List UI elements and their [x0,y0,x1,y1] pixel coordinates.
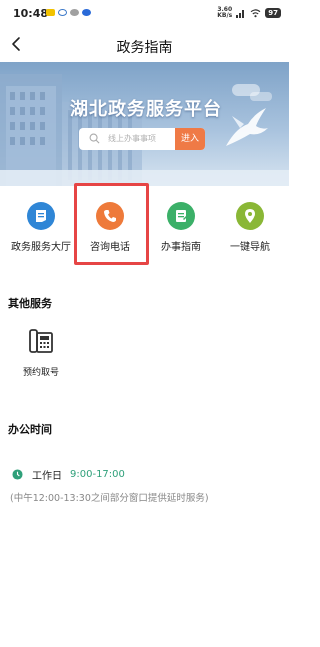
highlight-box [74,183,149,265]
document-icon [36,210,46,222]
battery-indicator: 97 [265,8,281,18]
notification-icon [46,9,55,16]
navigation-button[interactable]: 一键导航 [214,202,286,253]
search-icon [89,133,100,144]
banner: 湖北政务服务平台 线上办事事项 进入 [0,62,289,186]
other-service-label: 预约取号 [22,368,59,378]
service-label: 办事指南 [161,242,201,253]
service-hall-button[interactable]: 政务服务大厅 [5,202,77,253]
workday-label: 工作日 [32,471,62,482]
service-label: 一键导航 [230,242,270,253]
office-hours-row: 工作日 9:00-17:00 [12,467,125,482]
service-icon-circle [27,202,55,230]
notification-icon [82,9,91,16]
guide-button[interactable]: 办事指南 [145,202,217,253]
office-hours-note: (中午12:00-13:30之间部分窗口提供延时服务) [10,493,209,504]
status-right-group: 3.60 KB/s 97 [217,7,281,19]
service-label: 政务服务大厅 [11,242,71,253]
service-icon-circle [167,202,195,230]
network-speed: 3.60 KB/s [217,6,233,19]
notification-icon [58,9,67,16]
banner-title: 湖北政务服务平台 [70,99,222,120]
guide-icon [176,210,188,222]
telephone-keypad-icon [29,329,53,353]
page-title: 政务指南 [116,40,173,56]
location-pin-icon [245,209,255,223]
office-time-range: 9:00-17:00 [70,469,125,480]
nav-bar: 政务指南 [0,26,289,64]
enter-button[interactable]: 进入 [175,128,205,150]
appointment-button[interactable]: 预约取号 [16,327,66,378]
wifi-icon [250,8,261,17]
clock-icon [12,469,23,480]
status-bar: 10:48 3.60 KB/s 97 [0,0,289,26]
service-icon-circle [236,202,264,230]
status-time: 10:48 [13,7,49,20]
notification-icon [70,9,79,16]
signal-icon [236,10,245,18]
other-services-title: 其他服务 [8,297,52,310]
office-hours-title: 办公时间 [8,423,52,436]
search-placeholder: 线上办事事项 [108,134,156,143]
crane-illustration [226,108,268,146]
